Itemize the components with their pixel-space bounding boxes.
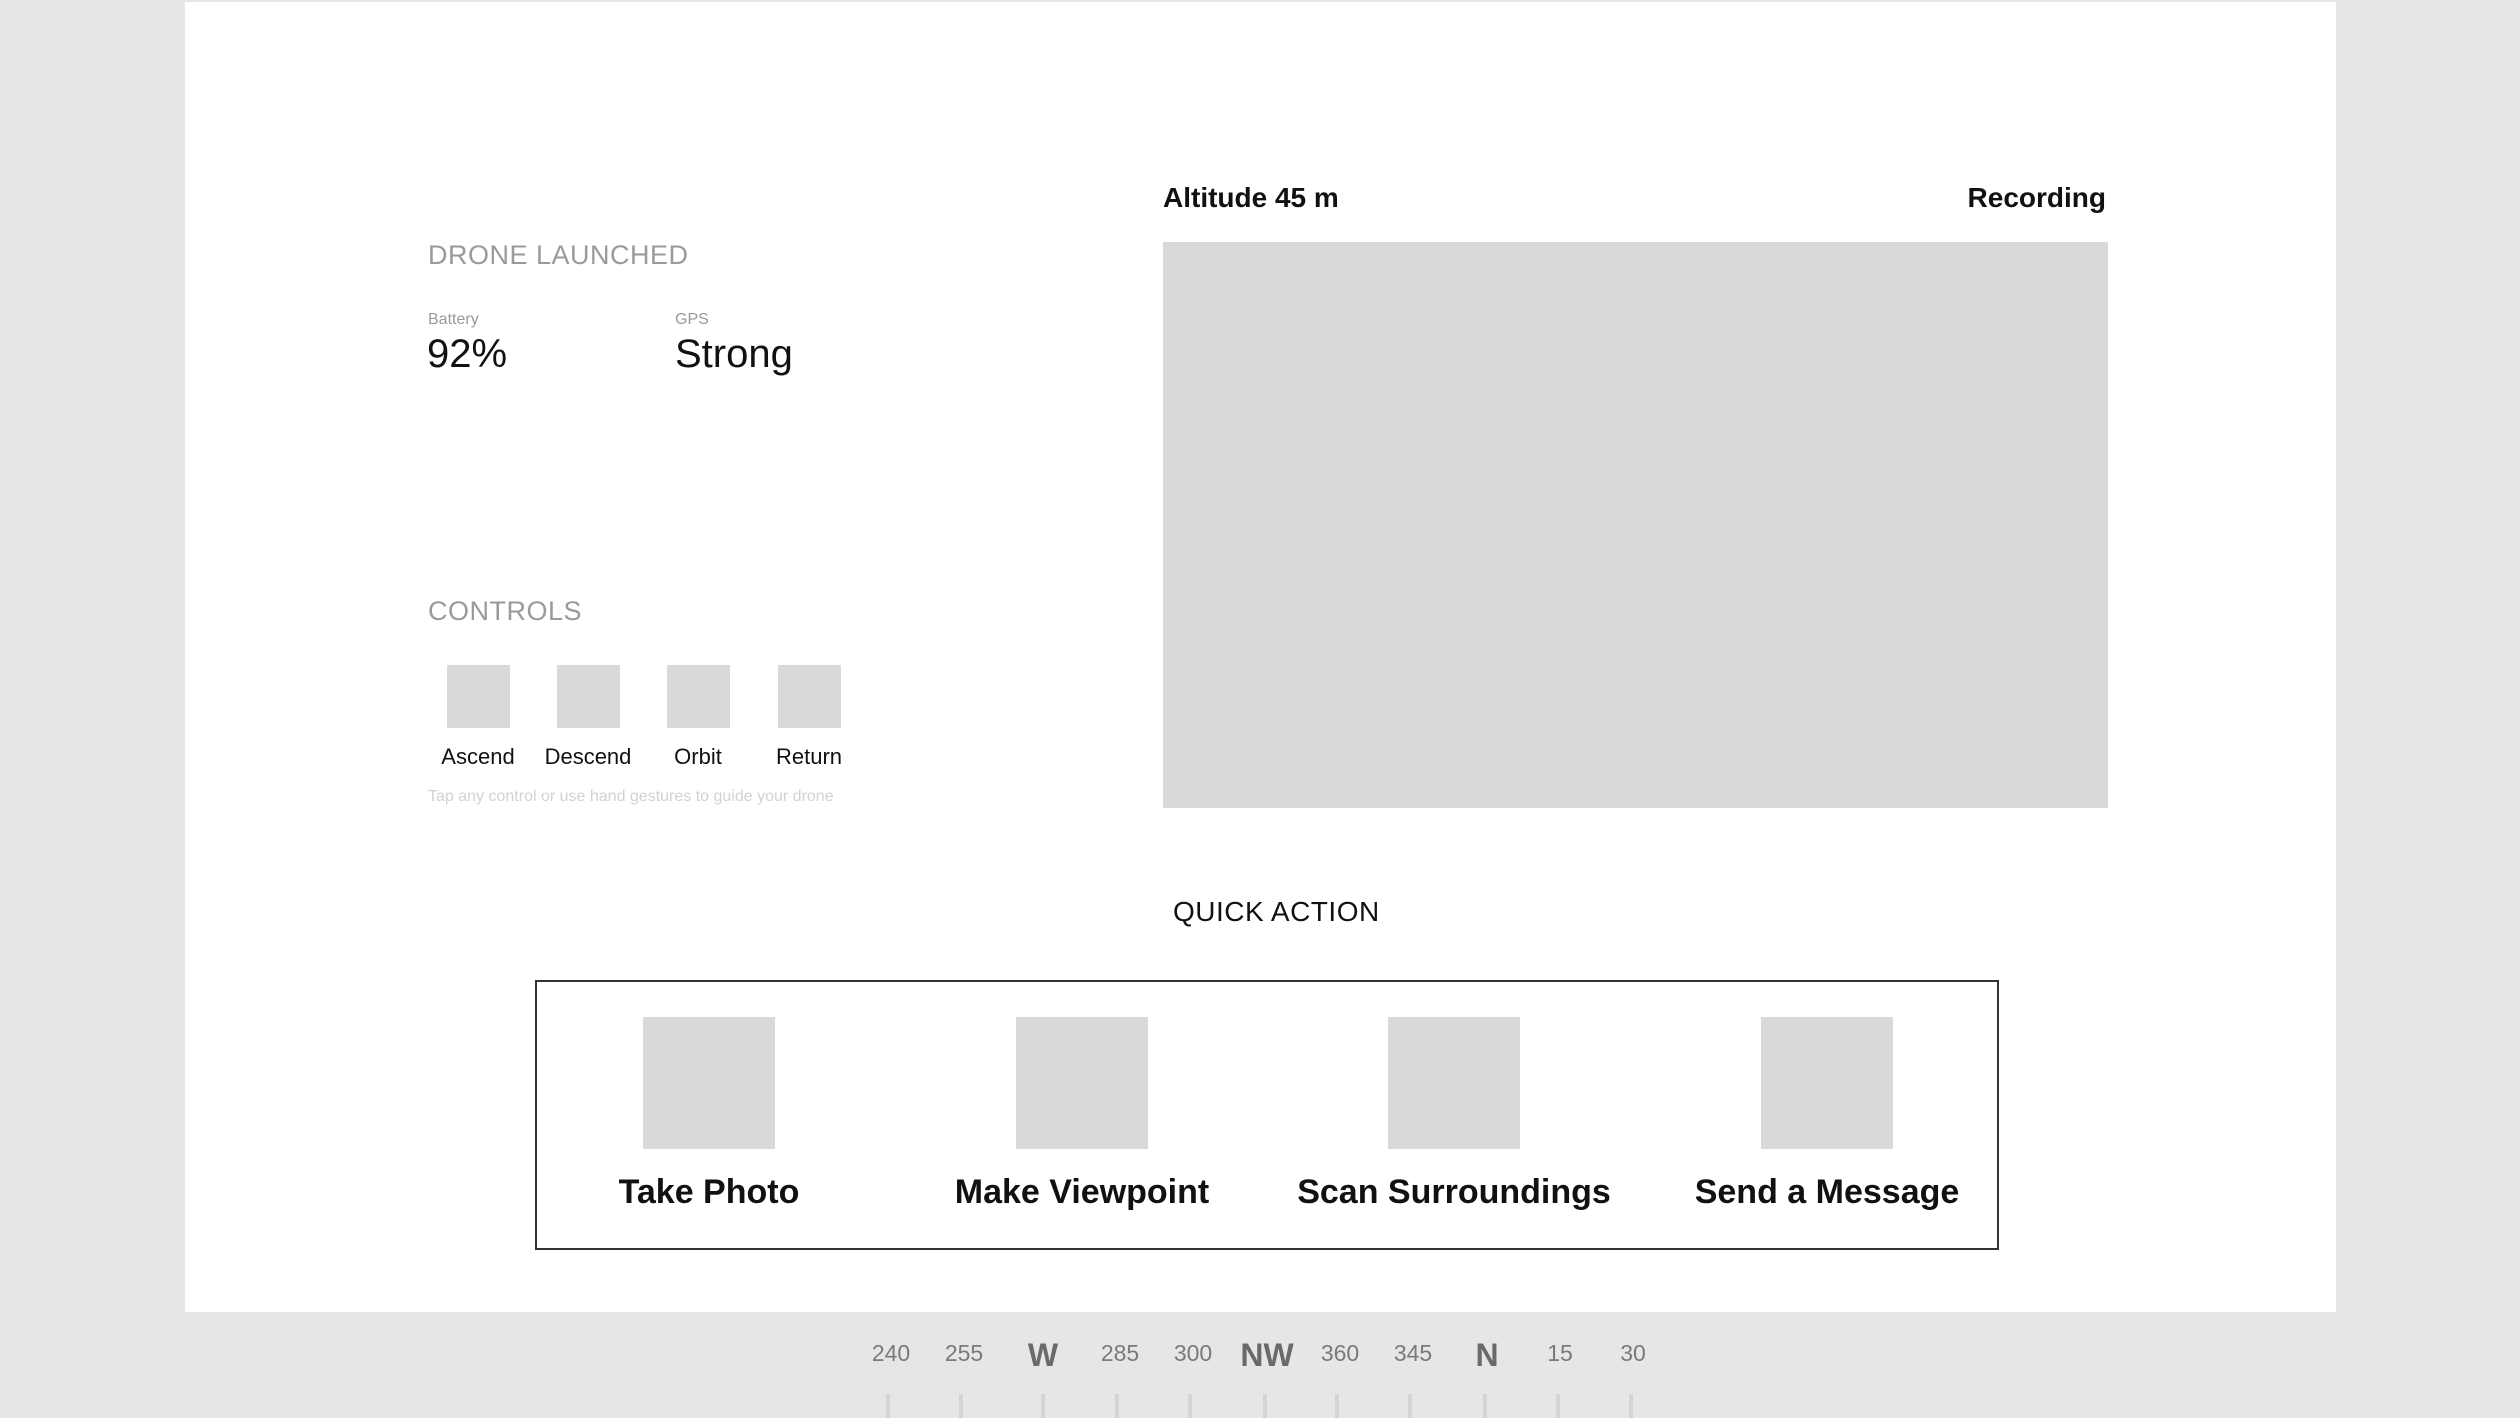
- ascend-button[interactable]: Ascend: [418, 665, 538, 770]
- compass-tick: [1335, 1394, 1339, 1418]
- compass-label-240: 240: [871, 1340, 911, 1366]
- orbit-button[interactable]: Orbit: [638, 665, 758, 770]
- compass-label-300: 300: [1173, 1340, 1213, 1366]
- gps-label: GPS: [675, 311, 709, 328]
- controls-hint: Tap any control or use hand gestures to …: [428, 788, 834, 805]
- descend-label: Descend: [544, 744, 632, 769]
- controls-title: CONTROLS: [428, 596, 583, 626]
- compass-tick: [1556, 1394, 1560, 1418]
- descend-icon: [556, 665, 620, 728]
- compass-label-nw: NW: [1240, 1337, 1294, 1373]
- compass-tick: [1263, 1394, 1267, 1418]
- compass-label-360: 360: [1320, 1340, 1360, 1366]
- compass-label-w: W: [1027, 1337, 1059, 1373]
- compass-label-345: 345: [1393, 1340, 1433, 1366]
- compass-label-15: 15: [1547, 1340, 1573, 1366]
- scan-icon: [1388, 1017, 1520, 1149]
- return-label: Return: [775, 744, 843, 769]
- return-icon: [777, 665, 841, 728]
- orbit-icon: [666, 665, 730, 728]
- compass-tick: [1483, 1394, 1487, 1418]
- compass-tick: [1041, 1394, 1045, 1418]
- take-photo-label: Take Photo: [618, 1173, 800, 1211]
- compass-label-30: 30: [1620, 1340, 1646, 1366]
- compass-tick: [1115, 1394, 1119, 1418]
- status-title: DRONE LAUNCHED: [428, 240, 689, 270]
- video-feed[interactable]: [1163, 242, 2108, 808]
- compass-tick: [959, 1394, 963, 1418]
- make-viewpoint-label: Make Viewpoint: [954, 1173, 1210, 1211]
- quick-action-title: QUICK ACTION: [1173, 896, 1380, 927]
- orbit-label: Orbit: [674, 744, 722, 769]
- compass-tick: [1629, 1394, 1633, 1418]
- send-message-label: Send a Message: [1694, 1173, 1960, 1211]
- battery-label: Battery: [428, 311, 479, 328]
- compass-label-n: N: [1475, 1337, 1499, 1373]
- ascend-icon: [446, 665, 510, 728]
- return-button[interactable]: Return: [749, 665, 869, 770]
- message-icon: [1761, 1017, 1893, 1149]
- camera-icon: [643, 1017, 775, 1149]
- scan-surroundings-button[interactable]: Scan Surroundings: [1274, 1017, 1634, 1212]
- gps-value: Strong: [675, 332, 793, 376]
- make-viewpoint-button[interactable]: Make Viewpoint: [902, 1017, 1262, 1212]
- battery-value: 92%: [427, 332, 508, 376]
- altitude-readout: Altitude 45 m: [1163, 182, 1339, 213]
- compass-label-255: 255: [944, 1340, 984, 1366]
- ascend-label: Ascend: [441, 744, 515, 769]
- descend-button[interactable]: Descend: [528, 665, 648, 770]
- compass-label-285: 285: [1100, 1340, 1140, 1366]
- recording-status: Recording: [1967, 182, 2106, 213]
- send-message-button[interactable]: Send a Message: [1647, 1017, 2007, 1212]
- take-photo-button[interactable]: Take Photo: [529, 1017, 889, 1212]
- viewpoint-icon: [1016, 1017, 1148, 1149]
- compass-tick: [886, 1394, 890, 1418]
- scan-surroundings-label: Scan Surroundings: [1297, 1173, 1611, 1211]
- compass-tick: [1408, 1394, 1412, 1418]
- compass-tick: [1188, 1394, 1192, 1418]
